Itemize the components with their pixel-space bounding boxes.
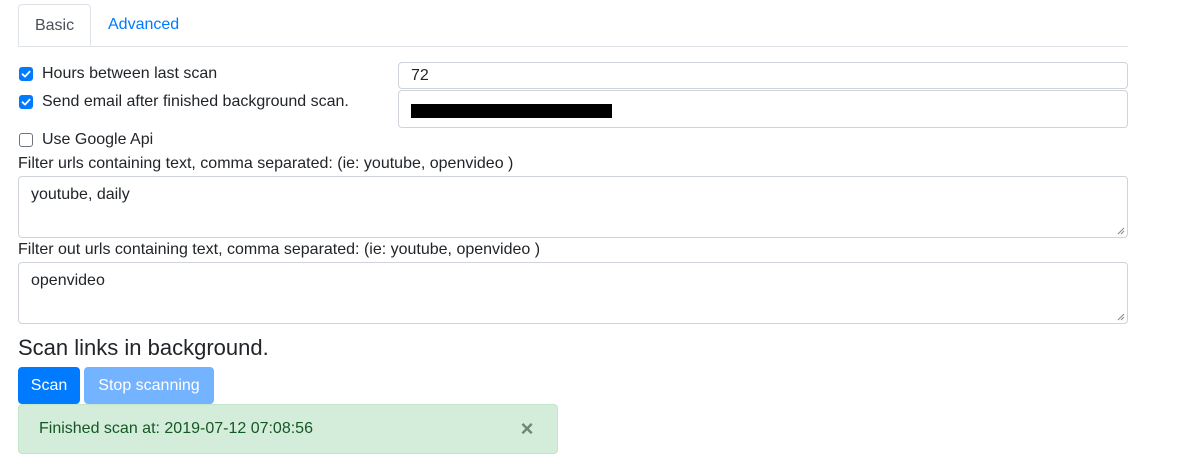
hours-between-scan-value: 72 [411, 66, 429, 84]
tab-advanced[interactable]: Advanced [108, 4, 179, 45]
use-google-api-row: Use Google Api [19, 130, 153, 150]
checkmark-icon [21, 98, 31, 106]
filter-exclude-textarea[interactable]: openvideo [18, 262, 1128, 324]
send-email-checkbox[interactable] [19, 95, 33, 109]
resize-handle-icon[interactable] [1117, 313, 1125, 321]
hours-between-scan-checkbox[interactable] [19, 67, 33, 81]
send-email-label: Send email after finished background sca… [42, 93, 349, 110]
section-title: Scan links in background. [18, 335, 269, 360]
use-google-api-checkbox[interactable] [19, 133, 33, 147]
close-icon[interactable]: × [517, 418, 537, 440]
stop-scanning-button[interactable]: Stop scanning [84, 367, 214, 404]
hours-between-scan-input[interactable]: 72 [398, 62, 1128, 89]
send-email-row: Send email after finished background sca… [19, 92, 349, 112]
scan-button[interactable]: Scan [18, 367, 80, 404]
redacted-email-value [411, 104, 612, 118]
success-alert: Finished scan at: 2019-07-12 07:08:56 × [18, 404, 558, 454]
filter-exclude-value: openvideo [31, 272, 105, 289]
alert-message: Finished scan at: 2019-07-12 07:08:56 [39, 420, 313, 437]
tab-bar: Basic Advanced [18, 4, 1128, 47]
email-field[interactable] [398, 90, 1128, 128]
hours-between-scan-label: Hours between last scan [42, 65, 218, 82]
resize-handle-icon[interactable] [1117, 227, 1125, 235]
filter-include-value: youtube, daily [31, 186, 130, 203]
hours-between-scan-row: Hours between last scan [19, 64, 217, 84]
filter-include-textarea[interactable]: youtube, daily [18, 176, 1128, 238]
tab-basic[interactable]: Basic [18, 4, 91, 46]
scan-settings-panel: Basic Advanced Hours between last scan 7… [0, 0, 1181, 464]
checkmark-icon [21, 70, 31, 78]
use-google-api-label: Use Google Api [42, 131, 154, 148]
filter-exclude-label: Filter out urls containing text, comma s… [18, 241, 541, 258]
filter-include-label: Filter urls containing text, comma separ… [18, 155, 514, 172]
